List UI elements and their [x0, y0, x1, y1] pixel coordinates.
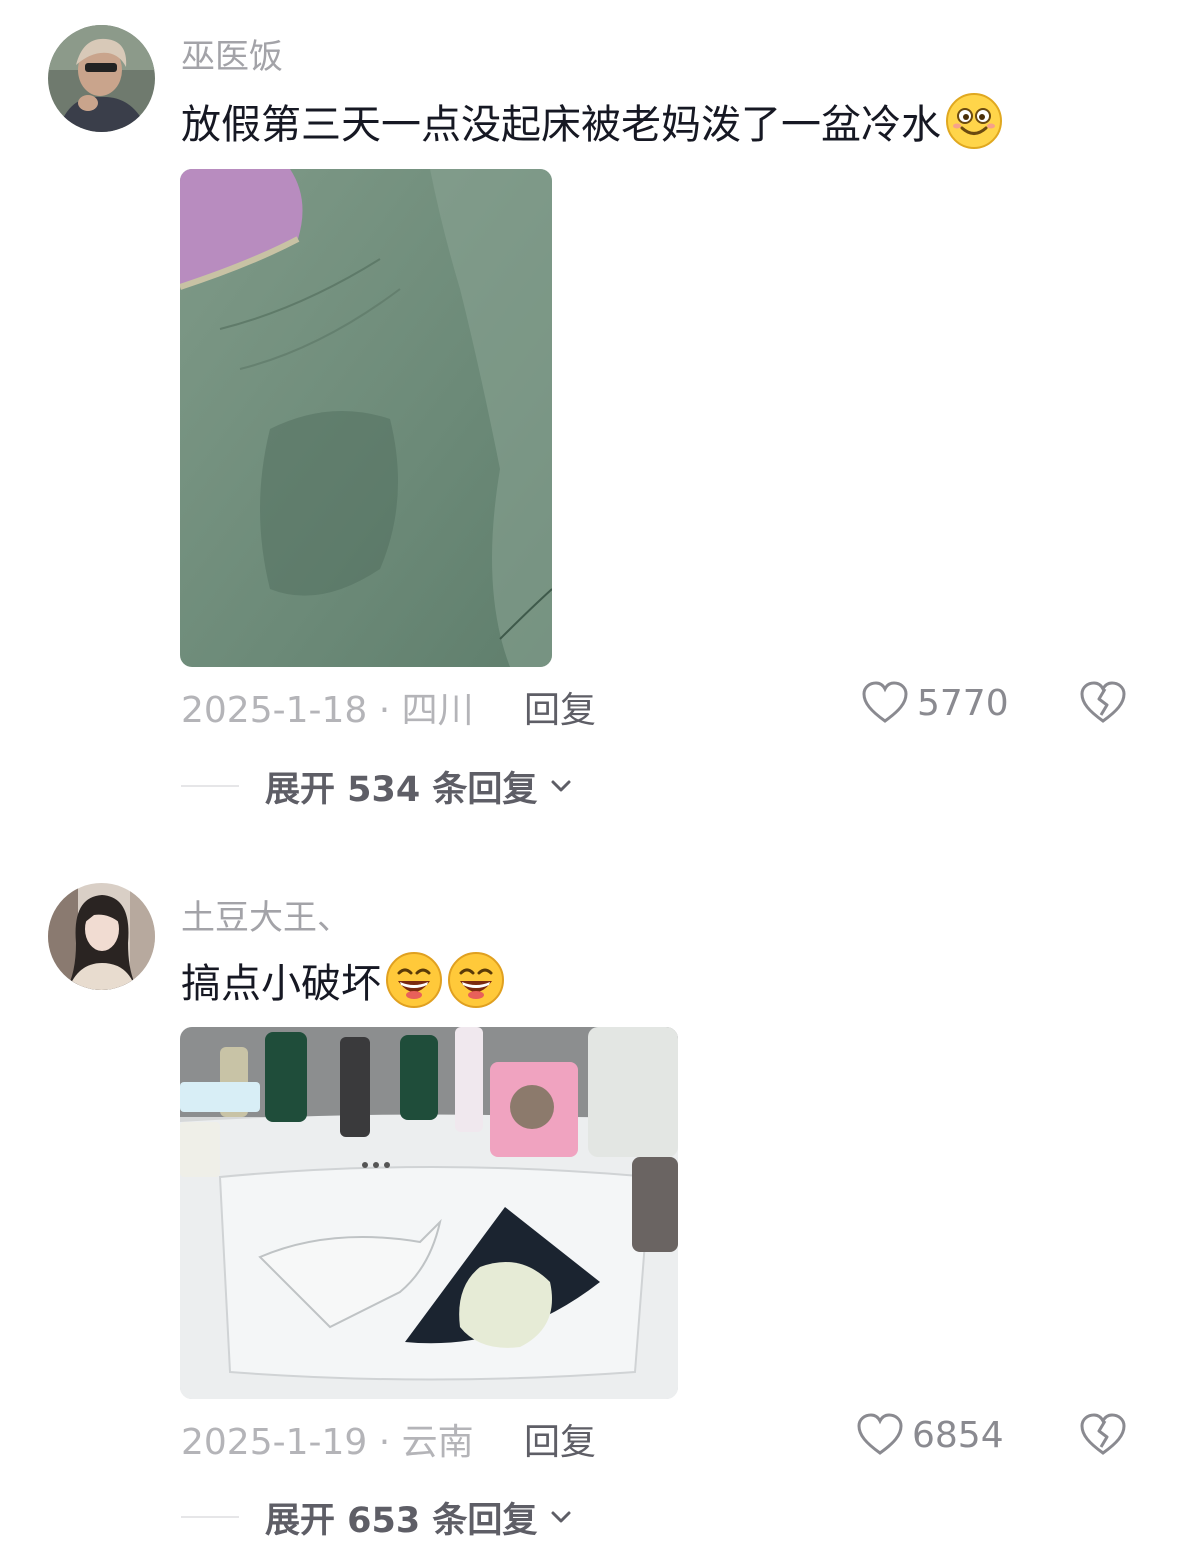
- comment-photo-bedsheet[interactable]: [180, 169, 552, 667]
- date-location: 2025-1-18 · 四川: [181, 690, 474, 731]
- avatar[interactable]: [48, 883, 155, 990]
- comment-text: 搞点小破坏: [181, 951, 505, 1009]
- broken-heart-icon: [1080, 681, 1126, 723]
- comment-text-content: 搞点小破坏: [181, 961, 381, 1007]
- chevron-down-icon: [551, 780, 571, 792]
- comment-meta: 2025-1-19 · 云南 回复 6854: [181, 1413, 1141, 1463]
- grin-emoji-icon: [447, 951, 505, 1009]
- divider-line: [181, 1516, 239, 1518]
- broken-heart-icon: [1080, 1413, 1126, 1455]
- expand-replies-label: 展开 534 条回复: [265, 769, 538, 810]
- date-location: 2025-1-19 · 云南: [181, 1422, 474, 1463]
- comment-photo-sink[interactable]: [180, 1027, 678, 1399]
- like-count: 6854: [912, 1414, 1004, 1456]
- dislike-button[interactable]: [1079, 681, 1127, 734]
- dislike-button[interactable]: [1079, 1413, 1127, 1466]
- reply-button[interactable]: 回复: [524, 1413, 596, 1465]
- divider-line: [181, 785, 239, 787]
- expand-replies-button[interactable]: 展开 653 条回复: [181, 1492, 573, 1542]
- smile-emoji-icon: [945, 92, 1003, 150]
- comment-text-content: 放假第三天一点没起床被老妈泼了一盆冷水: [181, 102, 941, 148]
- comment-meta: 2025-1-18 · 四川 回复 5770: [181, 681, 1141, 731]
- reply-button[interactable]: 回复: [524, 681, 596, 733]
- like-button[interactable]: 5770: [861, 681, 1009, 725]
- grin-emoji-icon: [385, 951, 443, 1009]
- username[interactable]: 巫医饭: [181, 29, 283, 78]
- like-button[interactable]: 6854: [856, 1413, 1004, 1457]
- heart-icon: [862, 681, 908, 723]
- username[interactable]: 土豆大王、: [181, 890, 351, 939]
- comment-text: 放假第三天一点没起床被老妈泼了一盆冷水: [181, 92, 1003, 150]
- like-count: 5770: [917, 682, 1009, 724]
- heart-icon: [857, 1413, 903, 1455]
- chevron-down-icon: [551, 1511, 571, 1523]
- expand-replies-label: 展开 653 条回复: [265, 1500, 538, 1541]
- expand-replies-button[interactable]: 展开 534 条回复: [181, 761, 573, 811]
- avatar[interactable]: [48, 25, 155, 132]
